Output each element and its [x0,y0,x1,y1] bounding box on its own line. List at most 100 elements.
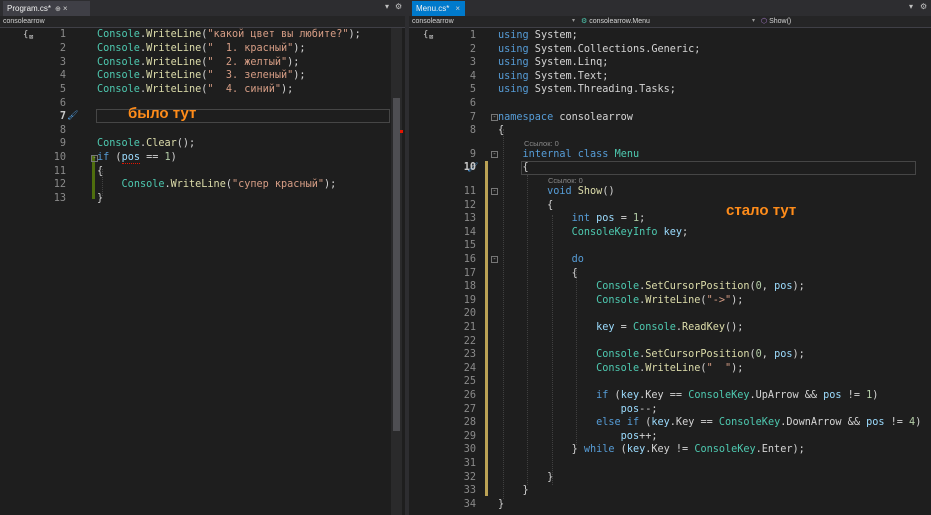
code-line[interactable]: key = Console.ReadKey(); [498,321,743,335]
fold-toggle-do-icon[interactable]: - [491,256,498,263]
line-number: 4 [59,70,66,81]
code-line[interactable]: if (key.Key == ConsoleKey.UpArrow && pos… [498,389,878,403]
code-line[interactable]: using System; [498,29,578,43]
code-line[interactable]: { [498,267,578,281]
code-token: do [571,254,584,265]
code-line[interactable]: Console.WriteLine("какой цвет вы любите?… [97,28,361,42]
code-line[interactable]: else if (key.Key == ConsoleKey.DownArrow… [498,416,921,430]
gear-icon[interactable]: ⚙ [395,2,402,11]
line-number: 1 [59,29,66,40]
code-line[interactable]: Console.SetCursorPosition(0, pos); [498,348,805,362]
line-number: 13 [53,193,66,204]
code-line[interactable]: { [498,199,553,213]
tab-program-cs[interactable]: Program.cs* ⊕ × [3,1,90,16]
line-number: 24 [463,362,476,374]
chevron-down-icon[interactable]: ▾ [385,2,389,11]
code-line[interactable]: Console.WriteLine(" 4. синий"); [97,83,293,97]
code-line[interactable]: Console.WriteLine("супер красный"); [97,178,337,192]
code-token: .UpArrow && [749,390,824,401]
chevron-down-icon[interactable]: ▾ [909,2,913,11]
member-dropdown[interactable]: ⬡ Show() [761,16,929,27]
code-line[interactable]: void Show() [498,185,615,199]
line-number: 6 [469,98,476,109]
chevron-down-icon: ▾ [751,18,755,24]
class-dropdown[interactable]: ⚙ consolearrow.Menu ▾ [581,16,759,27]
left-tab-bar: Program.cs* ⊕ × ▾ ⚙ [0,0,405,16]
code-token: if [97,152,110,163]
code-token: , [761,281,775,293]
left-scroll-thumb[interactable] [393,98,400,431]
close-icon[interactable]: × [455,4,460,13]
code-line[interactable]: Console.WriteLine(" 1. красный"); [97,42,306,56]
code-line[interactable]: using System.Threading.Tasks; [498,83,676,97]
code-line[interactable]: using System.Text; [498,70,608,84]
code-line[interactable]: int pos = 1; [498,212,646,226]
code-token: { [498,199,554,211]
collapse-all-icon[interactable]: { [423,30,428,40]
close-icon[interactable]: × [63,4,68,13]
code-token: using [498,30,529,41]
code-line[interactable]: using System.Linq; [498,56,608,70]
code-line[interactable]: do [498,253,584,267]
code-map-icon[interactable]: ⊠ [429,33,433,41]
left-code-editor[interactable]: { ⊠ 🖌 - 1 Console.WriteLine("какой цвет в… [0,28,405,515]
code-line[interactable]: } [498,498,504,512]
gear-icon[interactable]: ⚙ [920,2,927,11]
left-vertical-scrollbar[interactable] [391,28,402,515]
line-number: 8 [469,125,476,137]
code-line[interactable]: Console.SetCursorPosition(0, pos); [498,280,805,294]
code-token: ConsoleKey [694,444,756,456]
line-number: 22 [463,335,476,347]
line-number: 30 [463,444,476,456]
tab-menu-cs[interactable]: Menu.cs* × [412,1,465,16]
code-token: pos [774,349,793,361]
code-token: " 1. красный" [207,43,294,54]
code-line[interactable]: pos--; [498,403,658,417]
code-line[interactable]: } [498,471,553,485]
code-line[interactable]: Console.WriteLine(" 3. зеленый"); [97,69,306,83]
code-line[interactable]: } while (key.Key != ConsoleKey.Enter); [498,443,805,457]
line-number: 9 [469,148,476,160]
code-token: pos [620,403,640,415]
code-token: ; [639,213,646,225]
code-line[interactable]: { [97,165,103,179]
fold-toggle-namespace-icon[interactable]: - [491,114,498,121]
code-token: int [571,213,591,225]
code-line[interactable]: internal class Menu [498,148,640,162]
code-line[interactable]: { [498,161,529,175]
project-dropdown[interactable]: consolearrow [3,16,393,27]
code-line[interactable]: pos++; [498,430,658,444]
collapse-all-icon[interactable]: { [23,30,28,40]
code-token: Console [596,294,640,306]
fold-toggle-method-icon[interactable]: - [491,188,498,195]
code-token: Console [97,70,140,81]
code-line[interactable]: ConsoleKeyInfo key; [498,226,689,240]
code-line[interactable]: namespace consolearrow [498,111,633,125]
code-token: ); [348,29,361,40]
right-code-editor[interactable]: { ⊠ 🖌 - - - - Ссылок: 0 Ссылок: 0 1 using… [409,28,931,515]
line-number: 7 [59,111,66,122]
code-line[interactable]: if (pos == 1) [97,151,177,165]
pin-icon[interactable]: ⊕ [55,6,61,13]
code-line[interactable]: Console.WriteLine(" "); [498,362,743,376]
code-line[interactable]: using System.Collections.Generic; [498,43,700,57]
code-token: } [498,471,554,483]
code-line[interactable]: Console.WriteLine(" 2. желтый"); [97,56,299,70]
code-line[interactable]: } [498,484,529,498]
code-map-icon[interactable]: ⊠ [29,33,33,41]
code-line[interactable]: } [97,192,103,206]
line-number: 27 [463,403,476,415]
code-token: System.Text; [528,70,609,82]
code-token: Console [97,43,140,54]
code-token: WriteLine [645,294,701,306]
project-dropdown[interactable]: consolearrow ▾ [412,16,579,27]
code-token: .Enter); [755,444,805,456]
code-line[interactable]: Console.WriteLine("->"); [498,294,743,308]
fold-toggle-class-icon[interactable]: - [491,151,498,158]
code-line[interactable]: { [498,124,504,138]
quick-action-brush-icon[interactable]: 🖌 [67,111,78,121]
line-number: 3 [59,57,66,68]
code-line[interactable]: Console.Clear(); [97,137,195,151]
